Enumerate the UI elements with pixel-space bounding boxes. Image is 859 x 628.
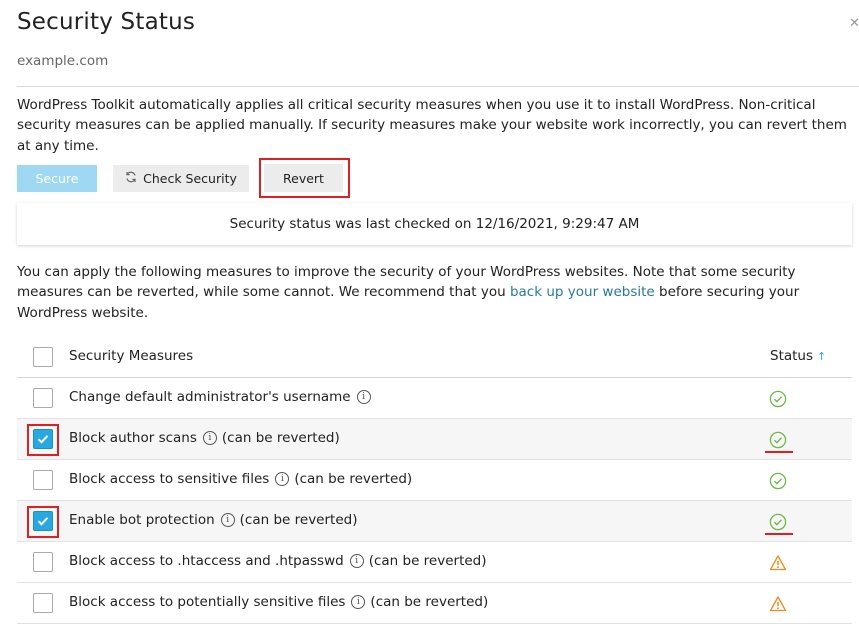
revertible-note: (can be reverted) bbox=[294, 471, 413, 487]
table-row: Block access to sensitive files i (can be … bbox=[17, 460, 852, 501]
measure-name: Block access to sensitive files bbox=[69, 471, 270, 487]
status-highlight-underline bbox=[765, 533, 793, 535]
revertible-note: (can be reverted) bbox=[239, 512, 358, 528]
check-security-label: Check Security bbox=[143, 171, 237, 186]
row-checkbox[interactable] bbox=[33, 388, 53, 408]
close-icon[interactable]: ✕ bbox=[849, 16, 859, 31]
row-checkbox[interactable] bbox=[33, 552, 53, 572]
measure-name: Block author scans bbox=[69, 430, 197, 446]
measure-label: Block access to potentially sensitive fi… bbox=[69, 594, 488, 610]
measure-label: Enable bot protection i (can be reverted) bbox=[69, 512, 357, 528]
header-security-measures[interactable]: Security Measures bbox=[69, 348, 193, 364]
info-icon[interactable]: i bbox=[356, 390, 371, 404]
measure-label: Change default administrator's username i bbox=[69, 389, 376, 405]
info-text: You can apply the following measures to … bbox=[17, 262, 847, 323]
dialog-title: Security Status bbox=[17, 9, 196, 35]
measure-label: Block access to sensitive files i (can be … bbox=[69, 471, 412, 487]
secure-button[interactable]: Secure bbox=[17, 165, 97, 192]
status-ok-icon bbox=[769, 431, 787, 449]
sort-asc-icon: ↑ bbox=[817, 350, 827, 363]
table-row: Block access to .htaccess and .htpasswd i… bbox=[17, 542, 852, 583]
refresh-icon bbox=[125, 171, 137, 186]
select-all-checkbox[interactable] bbox=[33, 347, 53, 367]
header-status-label: Status bbox=[770, 348, 814, 364]
info-icon[interactable]: i bbox=[220, 513, 235, 527]
measure-label: Block access to .htaccess and .htpasswd i… bbox=[69, 553, 487, 569]
status-ok-icon bbox=[769, 390, 787, 408]
measure-name: Block access to potentially sensitive fi… bbox=[69, 594, 346, 610]
checkbox-highlight bbox=[27, 424, 59, 456]
header-status[interactable]: Status ↑ bbox=[770, 348, 826, 364]
table-row: Change default administrator's username i bbox=[17, 378, 852, 419]
last-checked-panel: Security status was last checked on 12/1… bbox=[17, 203, 852, 245]
info-icon[interactable]: i bbox=[349, 554, 364, 568]
status-ok-icon bbox=[769, 513, 787, 531]
revertible-note: (can be reverted) bbox=[221, 430, 340, 446]
measure-name: Change default administrator's username bbox=[69, 389, 351, 405]
info-icon[interactable]: i bbox=[202, 431, 217, 445]
domain-name: example.com bbox=[17, 53, 109, 69]
table-row: Block author scans i (can be reverted) bbox=[17, 419, 852, 460]
info-icon[interactable]: i bbox=[275, 472, 290, 486]
status-warning-icon bbox=[769, 554, 787, 572]
revert-highlight bbox=[259, 158, 350, 198]
backup-link[interactable]: back up your website bbox=[510, 284, 655, 300]
info-icon[interactable]: i bbox=[351, 595, 366, 609]
measure-name: Block access to .htaccess and .htpasswd bbox=[69, 553, 344, 569]
status-ok-icon bbox=[769, 472, 787, 490]
checkbox-highlight bbox=[27, 506, 59, 538]
table-header: Security Measures Status ↑ bbox=[17, 337, 852, 378]
status-highlight-underline bbox=[765, 451, 793, 453]
table-row: Enable bot protection i (can be reverted) bbox=[17, 501, 852, 542]
secure-button-label: Secure bbox=[35, 171, 79, 186]
last-checked-text: Security status was last checked on 12/1… bbox=[229, 216, 640, 232]
revertible-note: (can be reverted) bbox=[368, 553, 487, 569]
intro-text: WordPress Toolkit automatically applies … bbox=[17, 97, 847, 154]
row-checkbox[interactable] bbox=[33, 470, 53, 490]
check-security-button[interactable]: Check Security bbox=[113, 165, 249, 192]
divider bbox=[17, 86, 859, 87]
measure-name: Enable bot protection bbox=[69, 512, 215, 528]
table-row: Block access to potentially sensitive fi… bbox=[17, 583, 852, 624]
revertible-note: (can be reverted) bbox=[370, 594, 489, 610]
measure-label: Block author scans i (can be reverted) bbox=[69, 430, 340, 446]
status-warning-icon bbox=[769, 595, 787, 613]
row-checkbox[interactable] bbox=[33, 593, 53, 613]
